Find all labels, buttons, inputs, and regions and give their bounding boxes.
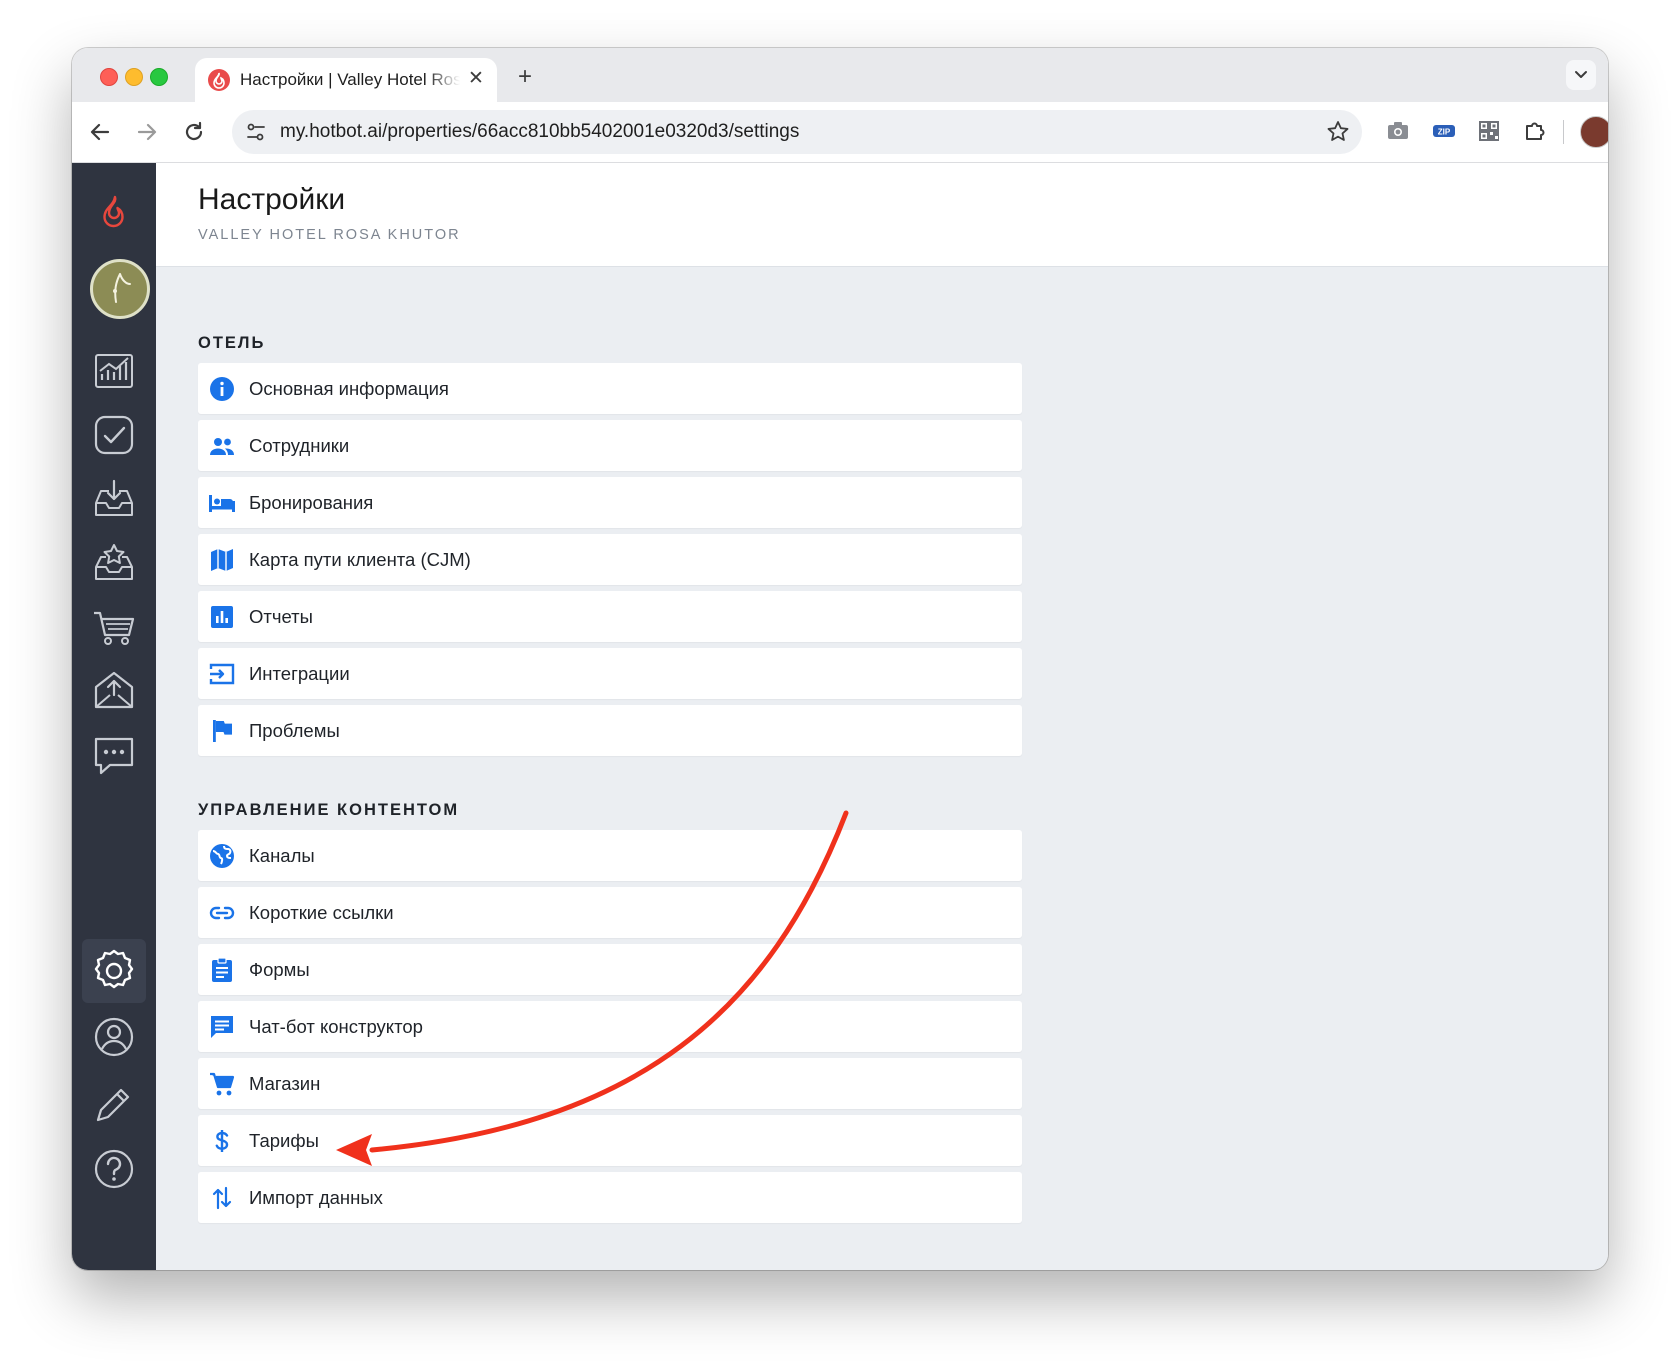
pencil-icon[interactable]: [88, 1078, 140, 1130]
page-title: Настройки: [198, 183, 346, 216]
app-area: Настройки VALLEY HOTEL ROSA KHUTOR ОТЕЛЬ…: [72, 163, 1608, 1270]
hotel-settings-list: Основная информация Сотрудники Бронирова…: [198, 363, 1022, 762]
sidebar: [72, 163, 156, 1270]
forward-button[interactable]: [129, 114, 165, 150]
link-icon: [208, 899, 236, 927]
settings-item-forms[interactable]: Формы: [198, 944, 1022, 995]
settings-item-channels[interactable]: Каналы: [198, 830, 1022, 881]
settings-item-shop[interactable]: Магазин: [198, 1058, 1022, 1109]
tab-search-button[interactable]: [1566, 60, 1596, 90]
property-name: VALLEY HOTEL ROSA KHUTOR: [198, 227, 461, 243]
toolbar-divider: [1563, 120, 1564, 144]
settings-item-label: Проблемы: [249, 720, 340, 741]
inbox-download-icon[interactable]: [88, 473, 140, 525]
settings-item-bookings[interactable]: Бронирования: [198, 477, 1022, 528]
settings-item-label: Тарифы: [249, 1130, 319, 1151]
globe-icon: [208, 842, 236, 870]
reviews-star-icon[interactable]: [88, 537, 140, 589]
camera-extension-icon[interactable]: [1383, 116, 1413, 146]
profile-avatar[interactable]: [1580, 116, 1608, 148]
input-arrow-icon: [208, 660, 236, 688]
minimize-window-button[interactable]: [125, 68, 143, 86]
hotbot-favicon-icon: [208, 69, 230, 91]
arrow-right-icon: [137, 123, 157, 141]
map-icon: [208, 546, 236, 574]
site-settings-icon[interactable]: [242, 118, 270, 146]
settings-item-tariffs[interactable]: Тарифы: [198, 1115, 1022, 1166]
cart-icon[interactable]: [88, 601, 140, 653]
settings-item-cjm[interactable]: Карта пути клиента (CJM): [198, 534, 1022, 585]
settings-item-label: Основная информация: [249, 378, 449, 399]
section-title-content: УПРАВЛЕНИЕ КОНТЕНТОМ: [198, 801, 460, 819]
analytics-icon[interactable]: [88, 345, 140, 397]
settings-item-label: Отчеты: [249, 606, 313, 627]
settings-item-chatbot-builder[interactable]: Чат-бот конструктор: [198, 1001, 1022, 1052]
qr-extension-icon[interactable]: [1474, 116, 1504, 146]
chevron-down-icon: [1575, 71, 1587, 78]
mail-upload-icon[interactable]: [88, 665, 140, 717]
settings-item-label: Карта пути клиента (CJM): [249, 549, 471, 570]
settings-item-short-links[interactable]: Короткие ссылки: [198, 887, 1022, 938]
chat-bubble-icon: [208, 1013, 236, 1041]
bar-chart-icon: [208, 603, 236, 631]
settings-item-data-import[interactable]: Импорт данных: [198, 1172, 1022, 1223]
tab-strip: Настройки | Valley Hotel Rosa Khutor ✕ +: [72, 48, 1608, 102]
section-title-hotel: ОТЕЛЬ: [198, 334, 266, 352]
settings-item-label: Короткие ссылки: [249, 902, 394, 923]
tasks-icon[interactable]: [88, 409, 140, 461]
people-icon: [208, 432, 236, 460]
content-settings-list: Каналы Короткие ссылки Формы Чат-бот кон…: [198, 830, 1022, 1229]
extensions-puzzle-icon[interactable]: [1520, 116, 1550, 146]
zip-label: ZIP: [1438, 128, 1451, 137]
tab-title: Настройки | Valley Hotel Rosa Khutor: [240, 70, 460, 89]
settings-item-label: Каналы: [249, 845, 315, 866]
settings-item-integrations[interactable]: Интеграции: [198, 648, 1022, 699]
settings-item-label: Интеграции: [249, 663, 350, 684]
back-button[interactable]: [82, 114, 118, 150]
settings-item-label: Бронирования: [249, 492, 374, 513]
swap-vertical-icon: [208, 1184, 236, 1212]
user-icon[interactable]: [88, 1011, 140, 1063]
chat-icon[interactable]: [88, 729, 140, 781]
browser-window: Настройки | Valley Hotel Rosa Khutor ✕ +…: [72, 48, 1608, 1270]
help-icon[interactable]: [88, 1143, 140, 1195]
settings-item-label: Магазин: [249, 1073, 321, 1094]
gear-icon[interactable]: [82, 939, 146, 1003]
browser-toolbar: my.hotbot.ai/properties/66acc810bb540200…: [72, 102, 1608, 163]
bookmark-star-icon[interactable]: [1324, 118, 1352, 146]
new-tab-button[interactable]: +: [510, 62, 540, 92]
settings-item-label: Формы: [249, 959, 310, 980]
info-icon: [208, 375, 236, 403]
settings-item-reports[interactable]: Отчеты: [198, 591, 1022, 642]
property-avatar[interactable]: [90, 259, 150, 319]
settings-item-label: Чат-бот конструктор: [249, 1016, 423, 1037]
tab-close-icon[interactable]: ✕: [463, 66, 489, 92]
reload-button[interactable]: [176, 114, 212, 150]
browser-tab[interactable]: Настройки | Valley Hotel Rosa Khutor ✕: [195, 58, 497, 102]
settings-item-label: Импорт данных: [249, 1187, 383, 1208]
maximize-window-button[interactable]: [150, 68, 168, 86]
url-text[interactable]: my.hotbot.ai/properties/66acc810bb540200…: [280, 121, 799, 143]
settings-item-label: Сотрудники: [249, 435, 350, 456]
shopping-cart-icon: [208, 1070, 236, 1098]
flag-icon: [208, 717, 236, 745]
dollar-icon: [208, 1127, 236, 1155]
bed-icon: [208, 489, 236, 517]
arrow-left-icon: [90, 123, 110, 141]
clipboard-icon: [208, 956, 236, 984]
close-window-button[interactable]: [100, 68, 118, 86]
settings-item-basic-info[interactable]: Основная информация: [198, 363, 1022, 414]
settings-item-problems[interactable]: Проблемы: [198, 705, 1022, 756]
reload-icon: [185, 121, 203, 141]
zip-extension-icon[interactable]: ZIP: [1429, 116, 1459, 146]
page-header: Настройки VALLEY HOTEL ROSA KHUTOR: [156, 163, 1608, 267]
settings-item-staff[interactable]: Сотрудники: [198, 420, 1022, 471]
hotbot-logo-icon[interactable]: [88, 185, 140, 237]
address-bar[interactable]: my.hotbot.ai/properties/66acc810bb540200…: [232, 110, 1362, 154]
